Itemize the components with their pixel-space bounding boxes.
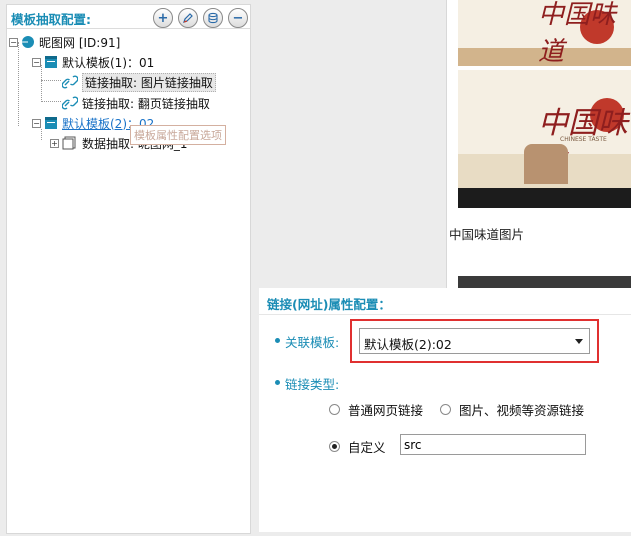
radio-label: 图片、视频等资源链接 [459,403,585,418]
link-type-label: 链接类型: [285,377,340,392]
bullet-icon [275,380,280,385]
tree-connector [41,80,61,81]
link-icon [62,75,78,89]
tree-node-label: 默认模板(1)：01 [62,55,155,70]
radio-label: 自定义 [348,440,386,455]
tree-node-template-1[interactable]: − 默认模板(1)：01 [32,53,154,71]
bullet-icon [275,338,280,343]
plus-icon: + [157,10,169,26]
collapse-toggle[interactable]: − [32,118,41,128]
poster-title: 中国味道 [538,0,617,66]
config-title: 链接(网址)属性配置： [267,297,391,312]
tree-connector [41,101,61,102]
pencil-icon [183,13,193,23]
dropdown-arrow-icon [575,339,583,344]
minus-icon: − [232,10,244,26]
expand-toggle[interactable]: + [50,138,59,148]
radio-button[interactable] [440,404,451,415]
panel-header: 模板抽取配置: + − [7,5,250,29]
poster-image[interactable]: 中国味道 [458,0,631,66]
tree-node-link-page[interactable]: 链接抽取: 翻页链接抽取 [62,94,210,112]
link-icon [62,96,78,110]
image-preview-area: 中国味道 中国味道 CHINESE TASTE 中国味道图片 [446,0,631,290]
image-caption: 中国味道图片 [449,227,525,242]
template-icon [44,116,58,130]
radio-button[interactable] [329,441,340,452]
link-config-panel: 链接(网址)属性配置： 关联模板: 默认模板(2):02 链接类型: 普通网页链… [259,288,631,532]
poster-figure [524,144,568,184]
site-icon [21,35,35,49]
add-button[interactable]: + [153,8,173,28]
database-button[interactable] [203,8,223,28]
tree-node-root[interactable]: − 昵图网 [ID:91] [9,33,120,51]
edit-button[interactable] [178,8,198,28]
collapse-toggle[interactable]: − [32,57,41,67]
tree-node-label: 昵图网 [ID:91] [39,35,121,50]
panel-title: 模板抽取配置: [11,12,91,27]
tree-node-label: 链接抽取: 图片链接抽取 [82,72,216,92]
template-select-value: 默认模板(2):02 [364,337,452,352]
radio-label: 普通网页链接 [348,403,424,418]
divider [259,314,631,315]
collapse-toggle[interactable]: − [9,37,18,47]
tree-node-link-image[interactable]: 链接抽取: 图片链接抽取 [62,72,216,92]
template-extraction-panel: 模板抽取配置: + − − 昵图网 [ID:91] − 默认模板(1)：01 链… [6,4,251,534]
remove-button[interactable]: − [228,8,248,28]
poster-image[interactable]: 中国味道 CHINESE TASTE [458,70,631,208]
app-window: { "left_panel": { "title": "模板抽取配置:", "t… [0,0,631,536]
custom-attribute-input[interactable] [400,434,586,455]
radio-button[interactable] [329,404,340,415]
template-select[interactable]: 默认模板(2):02 [359,328,590,354]
template-icon [44,55,58,69]
data-extract-icon [62,136,78,150]
radio-custom[interactable]: 自定义 [329,437,386,456]
radio-normal-link[interactable]: 普通网页链接 [329,400,423,419]
database-icon [208,12,218,24]
template-label: 关联模板: [285,335,340,350]
poster-footer [458,188,631,208]
poster-subtitle: CHINESE TASTE [560,136,607,143]
tree-node-label: 链接抽取: 翻页链接抽取 [82,96,210,111]
tooltip: 模板属性配置选项 [130,125,226,145]
tree-connector [18,42,19,126]
radio-resource-link[interactable]: 图片、视频等资源链接 [440,400,584,419]
